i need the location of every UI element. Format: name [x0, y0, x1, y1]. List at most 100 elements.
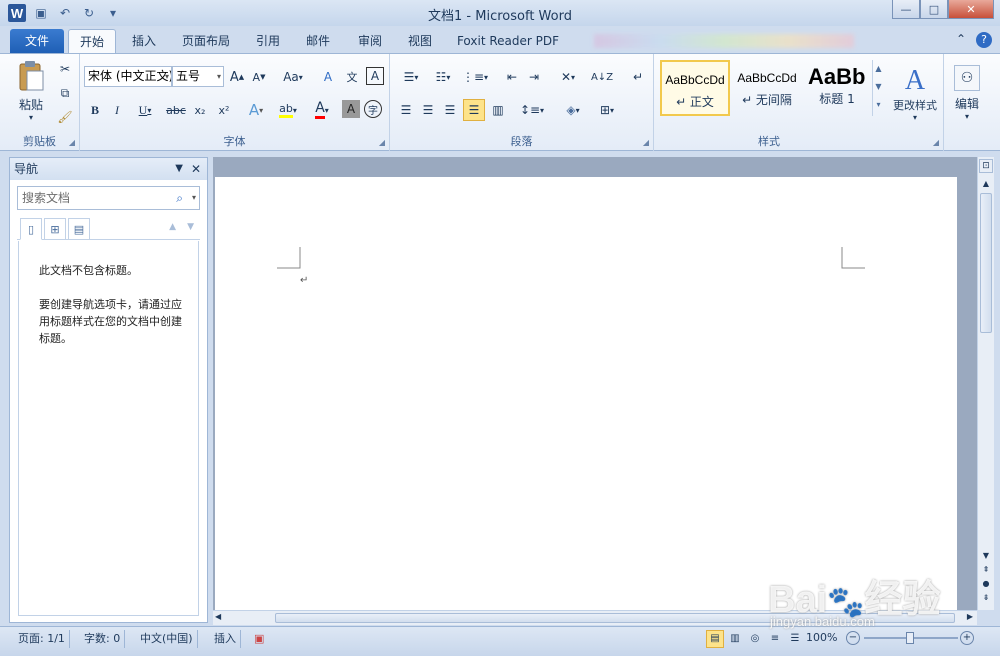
- copy-icon[interactable]: ⧉: [56, 84, 74, 102]
- increase-indent-icon[interactable]: ⇥: [524, 67, 544, 87]
- pane-options-icon[interactable]: ▼: [175, 158, 183, 180]
- decrease-indent-icon[interactable]: ⇤: [502, 67, 522, 87]
- character-border-button[interactable]: A: [366, 67, 384, 85]
- style-normal[interactable]: AaBbCcDd ↵ 正文: [660, 60, 730, 116]
- minimize-button[interactable]: —: [892, 0, 920, 19]
- tab-page-layout[interactable]: 页面布局: [174, 29, 238, 53]
- insert-mode-indicator[interactable]: 插入: [210, 630, 241, 648]
- underline-button[interactable]: U ▾: [132, 100, 158, 120]
- format-painter-icon[interactable]: 🖌: [56, 108, 74, 126]
- paragraph-launcher-icon[interactable]: ◢: [643, 138, 649, 147]
- scroll-left-icon[interactable]: ◀: [215, 612, 221, 621]
- page-count[interactable]: 页面: 1/1: [14, 630, 70, 648]
- highlight-button[interactable]: ab ▾: [274, 100, 302, 120]
- zoom-out-icon[interactable]: −: [846, 631, 860, 645]
- document-page[interactable]: ↵: [215, 177, 957, 610]
- next-heading-icon[interactable]: ▼: [187, 222, 194, 232]
- shading-button[interactable]: ◈ ▾: [558, 100, 588, 120]
- text-effects-button[interactable]: A ▾: [242, 100, 270, 120]
- subscript-button[interactable]: x₂: [190, 100, 210, 120]
- print-layout-icon[interactable]: ▤: [706, 630, 724, 648]
- font-launcher-icon[interactable]: ◢: [379, 138, 385, 147]
- style-heading-1[interactable]: AaBb 标题 1: [804, 60, 870, 116]
- full-screen-reading-icon[interactable]: ▥: [726, 630, 744, 648]
- previous-heading-icon[interactable]: ▲: [169, 222, 176, 232]
- draft-icon[interactable]: ☰: [786, 630, 804, 648]
- sort-icon[interactable]: A↓Z: [591, 67, 613, 87]
- character-shading-button[interactable]: A: [342, 100, 360, 118]
- scroll-down-icon[interactable]: ▼: [979, 551, 993, 563]
- cut-icon[interactable]: ✂: [56, 60, 74, 78]
- web-layout-icon[interactable]: ◎: [746, 630, 764, 648]
- vertical-scroll-thumb[interactable]: [980, 193, 992, 333]
- ruler-toggle-icon[interactable]: ⊡: [979, 159, 993, 173]
- styles-launcher-icon[interactable]: ◢: [933, 138, 939, 147]
- change-case-button[interactable]: Aa ▾: [280, 67, 306, 87]
- tab-foxit-reader-pdf[interactable]: Foxit Reader PDF: [452, 29, 564, 53]
- align-left-icon[interactable]: ☰: [396, 100, 416, 120]
- previous-page-icon[interactable]: ⇞: [979, 565, 993, 577]
- document-area[interactable]: ↵: [213, 157, 977, 610]
- chevron-down-icon[interactable]: ▾: [192, 187, 196, 209]
- outline-icon[interactable]: ≡: [766, 630, 784, 648]
- chinese-layout-button[interactable]: ✕ ▾: [554, 67, 582, 87]
- next-page-icon[interactable]: ⇟: [979, 593, 993, 605]
- change-styles-button[interactable]: A 更改样式 ▾: [888, 58, 942, 128]
- align-center-icon[interactable]: ☰: [418, 100, 438, 120]
- borders-button[interactable]: ⊞ ▾: [592, 100, 622, 120]
- search-document-input[interactable]: 搜索文档 ⌕ ▾: [17, 186, 200, 210]
- font-size-dropdown[interactable]: 五号 ▾: [172, 66, 224, 87]
- scroll-up-icon[interactable]: ▲: [979, 179, 993, 191]
- scroll-right-icon[interactable]: ▶: [967, 612, 973, 621]
- zoom-slider-thumb[interactable]: [906, 632, 914, 644]
- align-right-icon[interactable]: ☰: [440, 100, 460, 120]
- bold-button[interactable]: B: [86, 100, 104, 120]
- tab-home[interactable]: 开始: [68, 29, 116, 53]
- tab-view[interactable]: 视图: [400, 29, 440, 53]
- browse-results-tab[interactable]: ▤: [68, 218, 90, 240]
- language-indicator[interactable]: 中文(中国): [136, 630, 198, 648]
- superscript-button[interactable]: x²: [214, 100, 234, 120]
- close-button[interactable]: ✕: [948, 0, 994, 19]
- minimize-ribbon-icon[interactable]: ⌃: [956, 32, 966, 48]
- phonetic-guide-button[interactable]: 文: [342, 67, 362, 87]
- font-color-button[interactable]: A ▾: [308, 100, 336, 120]
- zoom-level[interactable]: 100%: [806, 631, 837, 644]
- zoom-in-icon[interactable]: +: [960, 631, 974, 645]
- maximize-button[interactable]: □: [920, 0, 948, 19]
- search-icon[interactable]: ⌕: [176, 187, 183, 209]
- tab-insert[interactable]: 插入: [124, 29, 164, 53]
- word-count[interactable]: 字数: 0: [80, 630, 126, 648]
- tab-mailings[interactable]: 邮件: [298, 29, 338, 53]
- editing-button[interactable]: ⚇ 编辑 ▾: [950, 58, 984, 128]
- line-spacing-button[interactable]: ↕≡ ▾: [518, 100, 546, 120]
- numbering-button[interactable]: ☷ ▾: [428, 67, 458, 87]
- enclose-characters-button[interactable]: 字: [364, 100, 382, 118]
- browse-pages-tab[interactable]: ⊞: [44, 218, 66, 240]
- italic-button[interactable]: I: [108, 100, 126, 120]
- clipboard-launcher-icon[interactable]: ◢: [69, 138, 75, 147]
- bullets-button[interactable]: ☰ ▾: [396, 67, 426, 87]
- macro-record-icon[interactable]: ▣: [250, 630, 268, 648]
- close-pane-icon[interactable]: ✕: [191, 158, 201, 180]
- tab-references[interactable]: 引用: [248, 29, 288, 53]
- tab-file[interactable]: 文件: [10, 29, 64, 53]
- shrink-font-button[interactable]: A ▼: [250, 67, 268, 87]
- vertical-scrollbar[interactable]: ⊡ ▲ ▼ ⇞ ● ⇟: [977, 157, 994, 610]
- style-no-spacing[interactable]: AaBbCcDd ↵ 无间隔: [732, 60, 802, 116]
- font-name-dropdown[interactable]: 宋体 (中文正文) ▾: [84, 66, 172, 87]
- styles-scroll[interactable]: ▲ ▼ ▾: [872, 60, 884, 116]
- justify-icon[interactable]: ☰: [463, 99, 485, 121]
- select-browse-object-icon[interactable]: ●: [979, 579, 993, 591]
- browse-headings-tab[interactable]: ▯: [20, 218, 42, 240]
- show-formatting-icon[interactable]: ↵: [628, 67, 648, 87]
- numbered-list-icon: ☷: [435, 70, 447, 84]
- grow-font-button[interactable]: A ▲: [228, 67, 246, 87]
- tab-review[interactable]: 审阅: [350, 29, 390, 53]
- help-icon[interactable]: ?: [976, 32, 992, 48]
- strikethrough-button[interactable]: abc: [164, 100, 188, 120]
- paste-button[interactable]: 粘贴 ▾: [10, 58, 52, 124]
- multilevel-list-button[interactable]: ⋮≡ ▾: [460, 67, 490, 87]
- clear-formatting-button[interactable]: A: [318, 67, 338, 87]
- distributed-icon[interactable]: ▥: [488, 100, 508, 120]
